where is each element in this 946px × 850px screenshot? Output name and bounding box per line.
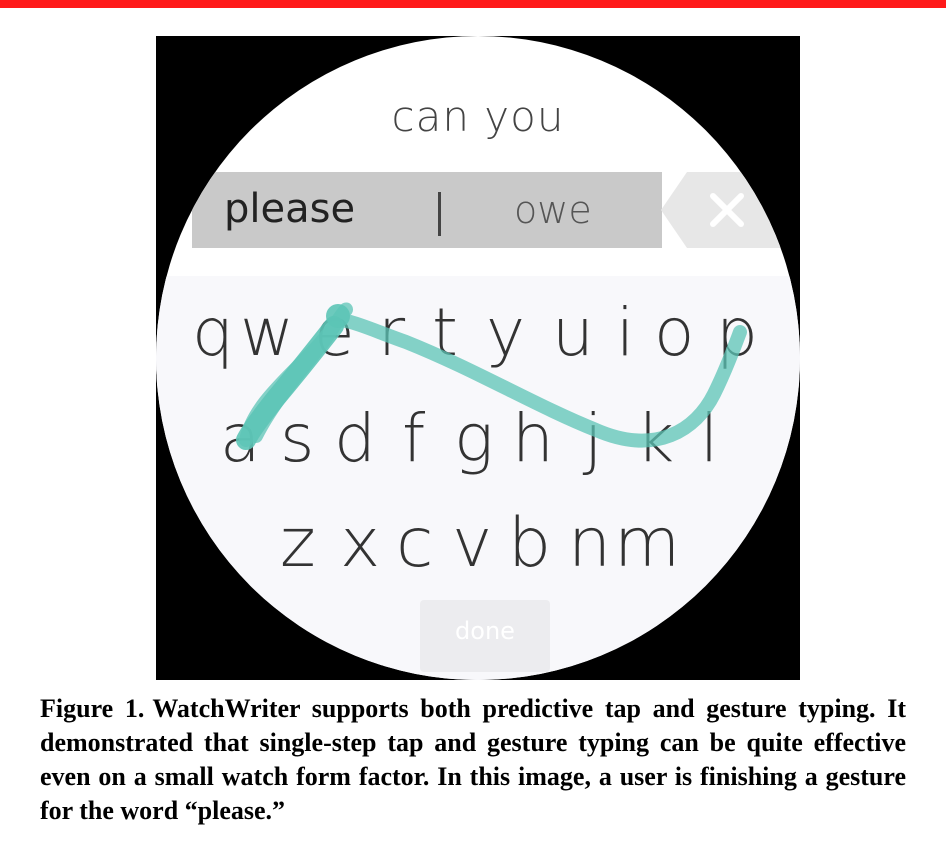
key-w[interactable]: w (240, 300, 294, 366)
key-y[interactable]: y (486, 300, 525, 366)
figure-caption: Figure 1. WatchWriter supports both predi… (40, 692, 906, 828)
caption-label: Figure 1. (40, 694, 145, 723)
key-v[interactable]: v (452, 510, 492, 578)
key-n[interactable]: n (568, 510, 611, 578)
key-k[interactable]: k (636, 406, 674, 472)
composed-text: can you (391, 92, 565, 141)
key-a[interactable]: a (220, 406, 260, 472)
key-m[interactable]: m (614, 510, 680, 578)
key-b[interactable]: b (508, 510, 551, 578)
key-h[interactable]: h (512, 406, 554, 472)
caption-text: WatchWriter supports both predictive tap… (40, 694, 906, 825)
backspace-x-icon (661, 172, 800, 248)
watch-screenshot: can you please owe q w e r t y u i o p a… (156, 36, 800, 680)
watch-face: can you please owe q w e r t y u i o p a… (156, 36, 800, 680)
key-g[interactable]: g (454, 406, 494, 472)
key-o[interactable]: o (654, 300, 694, 366)
suggestion-primary[interactable]: please (224, 186, 355, 232)
key-u[interactable]: u (552, 300, 594, 366)
suggestion-divider (438, 192, 441, 236)
key-j[interactable]: j (584, 406, 602, 472)
suggestion-secondary[interactable]: owe (514, 188, 592, 232)
key-d[interactable]: d (334, 406, 376, 472)
key-c[interactable]: c (396, 510, 433, 578)
key-e[interactable]: e (314, 300, 355, 366)
suggestion-bar: please owe (192, 172, 662, 248)
key-l[interactable]: l (700, 406, 718, 472)
backspace-button[interactable] (661, 172, 800, 248)
key-s[interactable]: s (280, 406, 314, 472)
top-accent-bar (0, 0, 946, 8)
done-button[interactable]: done (420, 600, 550, 672)
key-f[interactable]: f (402, 406, 425, 472)
key-p[interactable]: p (716, 300, 758, 366)
key-r[interactable]: r (378, 300, 405, 366)
key-t[interactable]: t (432, 300, 458, 366)
key-x[interactable]: x (340, 510, 380, 578)
key-q[interactable]: q (192, 300, 234, 366)
key-z[interactable]: z (280, 510, 316, 578)
key-i[interactable]: i (616, 300, 634, 366)
